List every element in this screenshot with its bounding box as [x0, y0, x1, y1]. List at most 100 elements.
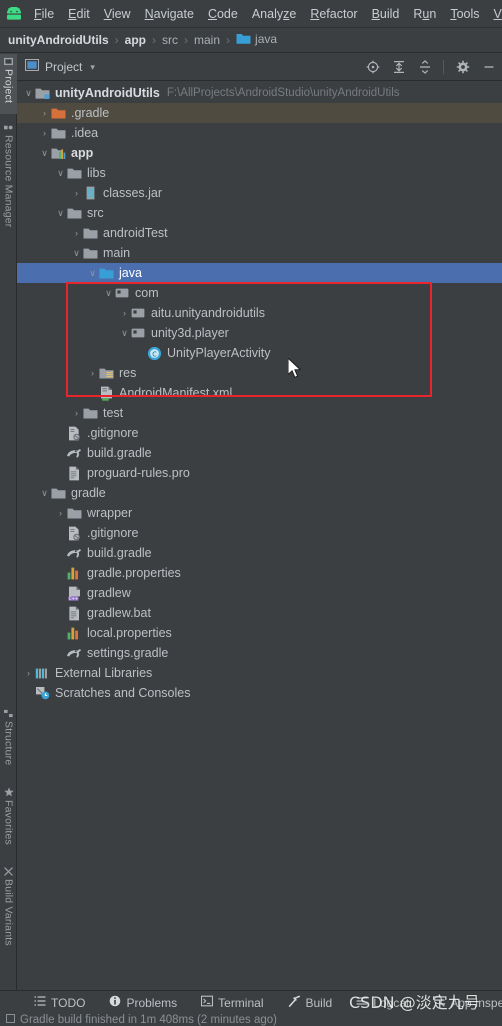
- sidebar-tab-build-variants[interactable]: Build Variants: [0, 864, 17, 966]
- bottom-tab-terminal[interactable]: Terminal: [189, 995, 275, 1010]
- tree-row[interactable]: C UnityPlayerActivity: [17, 343, 502, 363]
- tree-row[interactable]: ∨ unity3d.player: [17, 323, 502, 343]
- chevron-down-icon[interactable]: ∨: [119, 328, 130, 339]
- chevron-down-icon[interactable]: ∨: [55, 208, 66, 219]
- chevron-right-icon[interactable]: ›: [87, 368, 98, 378]
- tree-row-path: F:\AllProjects\AndroidStudio\unityAndroi…: [166, 87, 400, 99]
- menu-tools[interactable]: Tools: [443, 4, 486, 24]
- tree-row[interactable]: AndroidManifest.xml: [17, 383, 502, 403]
- tree-row[interactable]: ∨ java: [17, 263, 502, 283]
- menu-edit[interactable]: Edit: [61, 4, 97, 24]
- breadcrumb-item-app[interactable]: app: [125, 33, 146, 47]
- folder-res-icon: [98, 365, 114, 381]
- chevron-down-icon[interactable]: ∨: [23, 88, 34, 99]
- settings-gear-icon[interactable]: [455, 60, 470, 75]
- tree-row[interactable]: build.gradle: [17, 443, 502, 463]
- hide-icon[interactable]: [481, 60, 496, 75]
- app-inspection-icon: [433, 995, 446, 1010]
- svg-text:C++: C++: [68, 595, 78, 600]
- menu-refactor[interactable]: Refactor: [303, 4, 364, 24]
- select-opened-file-icon[interactable]: [365, 60, 380, 75]
- breadcrumb-item-main[interactable]: main: [194, 33, 220, 47]
- tree-row[interactable]: › classes.jar: [17, 183, 502, 203]
- android-logo-icon: [5, 5, 23, 23]
- tree-row-label: wrapper: [87, 506, 133, 520]
- breadcrumb-item-label: app: [124, 33, 147, 47]
- tree-row[interactable]: .gitignore: [17, 423, 502, 443]
- collapse-all-icon[interactable]: [417, 60, 432, 75]
- module-app-icon: [50, 145, 66, 161]
- sidebar-tab-structure[interactable]: Structure: [0, 706, 17, 778]
- tree-row[interactable]: ∨ app: [17, 143, 502, 163]
- bottom-tab-logcat[interactable]: Logcat: [344, 995, 421, 1010]
- tree-row[interactable]: › res: [17, 363, 502, 383]
- tree-row[interactable]: local.properties: [17, 623, 502, 643]
- tree-row[interactable]: ∨ libs: [17, 163, 502, 183]
- menu-view[interactable]: View: [97, 4, 138, 24]
- breadcrumb-item-java[interactable]: java: [236, 32, 277, 48]
- tree-row[interactable]: › External Libraries: [17, 663, 502, 683]
- menu-file[interactable]: File: [27, 4, 61, 24]
- tree-row[interactable]: ∨ main: [17, 243, 502, 263]
- tree-row[interactable]: › test: [17, 403, 502, 423]
- breadcrumb-item-unityandroidutils[interactable]: unityAndroidUtils: [8, 33, 109, 47]
- bottom-tab-problems[interactable]: Problems: [97, 995, 189, 1010]
- gradle-icon: [66, 445, 82, 461]
- chevron-down-icon[interactable]: ∨: [39, 148, 50, 159]
- tree-row[interactable]: C++ gradlew: [17, 583, 502, 603]
- bottom-tab-build[interactable]: Build: [276, 995, 345, 1011]
- menu-run[interactable]: Run: [406, 4, 443, 24]
- chevron-right-icon[interactable]: ›: [119, 308, 130, 318]
- chevron-right-icon[interactable]: ›: [71, 408, 82, 418]
- tree-row[interactable]: › wrapper: [17, 503, 502, 523]
- tree-row[interactable]: build.gradle: [17, 543, 502, 563]
- tree-row[interactable]: › .gradle: [17, 103, 502, 123]
- bottom-tab-todo[interactable]: TODO: [22, 995, 97, 1010]
- tree-row[interactable]: proguard-rules.pro: [17, 463, 502, 483]
- chevron-down-icon[interactable]: ∨: [87, 268, 98, 279]
- terminal-icon: [201, 995, 214, 1010]
- tree-row[interactable]: › androidTest: [17, 223, 502, 243]
- sidebar-tab-resource-manager[interactable]: Resource Manager: [0, 120, 17, 248]
- tree-row[interactable]: Scratches and Consoles: [17, 683, 502, 703]
- tree-row[interactable]: gradle.properties: [17, 563, 502, 583]
- gradle-icon: [66, 645, 82, 661]
- menu-code[interactable]: Code: [201, 4, 245, 24]
- sidebar-tab-project[interactable]: Project: [0, 54, 17, 114]
- tree-row[interactable]: .gitignore: [17, 523, 502, 543]
- status-line-text: Gradle build finished in 1m 408ms (2 min…: [6, 1014, 277, 1026]
- chevron-right-icon[interactable]: ›: [71, 228, 82, 238]
- chevron-down-icon[interactable]: ∨: [71, 248, 82, 259]
- chevron-down-icon[interactable]: ∨: [103, 288, 114, 299]
- menu-navigate[interactable]: Navigate: [138, 4, 201, 24]
- chevron-down-icon[interactable]: ∨: [55, 168, 66, 179]
- tree-row[interactable]: › .idea: [17, 123, 502, 143]
- tree-row[interactable]: gradlew.bat: [17, 603, 502, 623]
- chevron-right-icon[interactable]: ›: [71, 188, 82, 198]
- menu-analyze[interactable]: Analyze: [245, 4, 303, 24]
- bottom-tab-app-inspection[interactable]: App Inspection: [421, 995, 502, 1010]
- chevron-right-icon[interactable]: ›: [39, 108, 50, 118]
- chevron-right-icon[interactable]: ›: [55, 508, 66, 518]
- tree-row[interactable]: ∨ com: [17, 283, 502, 303]
- breadcrumb-item-src[interactable]: src: [162, 33, 178, 47]
- tree-row[interactable]: settings.gradle: [17, 643, 502, 663]
- tree-row[interactable]: ∨ src: [17, 203, 502, 223]
- expand-all-icon[interactable]: [391, 60, 406, 75]
- tree-row[interactable]: › aitu.unityandroidutils: [17, 303, 502, 323]
- chevron-right-icon[interactable]: ›: [23, 668, 34, 678]
- folder-gray-icon: [66, 505, 82, 521]
- menu-build[interactable]: Build: [365, 4, 407, 24]
- menu-vcs[interactable]: VCS: [487, 4, 502, 24]
- project-tree[interactable]: ∨ unityAndroidUtils F:\AllProjects\Android…: [17, 81, 502, 990]
- chevron-right-icon[interactable]: ›: [39, 128, 50, 138]
- chevron-down-icon[interactable]: ∨: [39, 488, 50, 499]
- tree-row[interactable]: ∨ gradle: [17, 483, 502, 503]
- tree-row[interactable]: ∨ unityAndroidUtils F:\AllProjects\Android…: [17, 83, 502, 103]
- scratches-icon: [34, 685, 50, 701]
- breadcrumb-item-label: main: [194, 33, 221, 47]
- sidebar-tab-favorites[interactable]: Favorites: [0, 784, 17, 858]
- chevron-down-icon[interactable]: ▾: [90, 62, 95, 73]
